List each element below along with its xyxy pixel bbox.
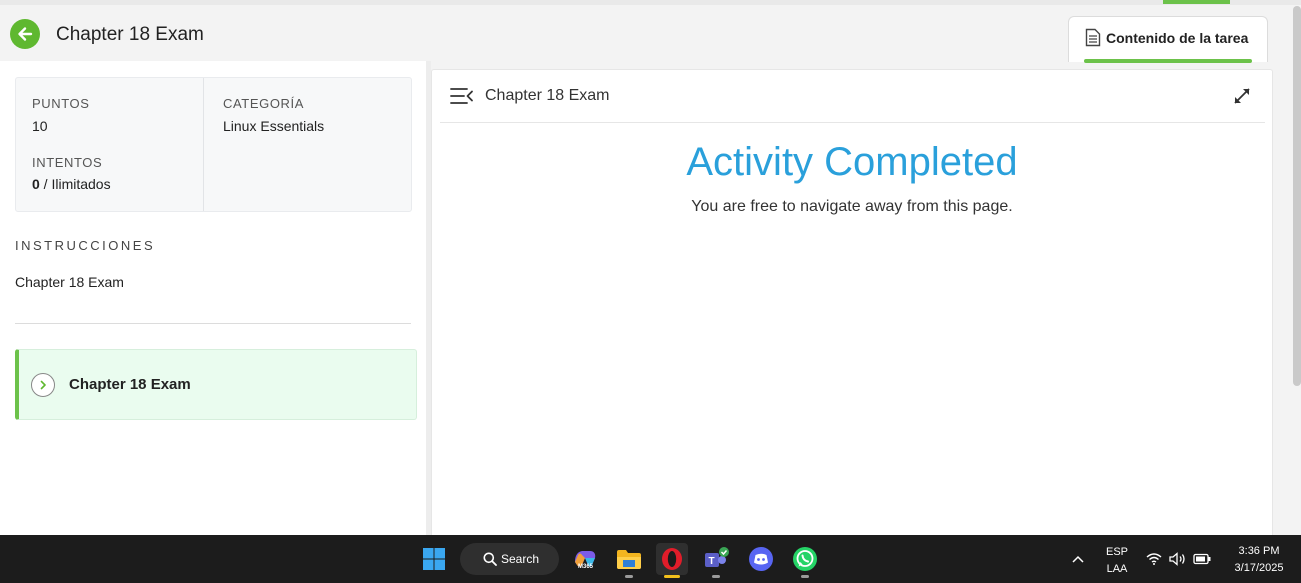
language-indicator-bottom[interactable]: LAA xyxy=(1103,563,1131,575)
completion-message: You are free to navigate away from this … xyxy=(691,198,1013,215)
tab-active-underline xyxy=(1084,59,1252,63)
list-item-label: Chapter 18 Exam xyxy=(69,376,191,393)
chevron-up-icon[interactable] xyxy=(1072,555,1084,563)
clock-date[interactable]: 3/17/2025 xyxy=(1224,562,1294,574)
m365-label: M365 xyxy=(578,564,594,570)
clock-time[interactable]: 3:36 PM xyxy=(1224,545,1294,557)
discord-app[interactable] xyxy=(745,543,777,575)
menu-collapse-icon[interactable] xyxy=(450,87,474,105)
tab-label: Contenido de la tarea xyxy=(1106,30,1249,46)
search-label: Search xyxy=(501,552,540,566)
folder-icon xyxy=(617,550,641,569)
expand-icon[interactable] xyxy=(1232,86,1252,106)
language-indicator-top[interactable]: ESP xyxy=(1103,546,1131,558)
completion-heading: Activity Completed xyxy=(686,140,1018,184)
content-title: Chapter 18 Exam xyxy=(485,87,610,104)
discord-icon xyxy=(749,547,773,571)
search-icon xyxy=(483,552,497,566)
app-running-indicator xyxy=(625,575,633,578)
taskbar: Search M365 T ESP LAA 3:36 PM 3/17/2025 xyxy=(0,535,1301,583)
left-panel: PUNTOS 10 INTENTOS 0 / Ilimitados CATEGO… xyxy=(0,61,426,535)
taskbar-search[interactable]: Search xyxy=(460,543,559,575)
windows-icon xyxy=(423,548,445,570)
page-scrollbar[interactable] xyxy=(1293,6,1301,386)
header: Chapter 18 Exam Contenido de la tarea xyxy=(0,5,1301,63)
arrow-left-icon xyxy=(18,27,33,41)
instructions-heading: INSTRUCCIONES xyxy=(15,238,156,253)
content-divider xyxy=(440,122,1265,123)
page-title: Chapter 18 Exam xyxy=(56,24,204,45)
divider xyxy=(15,323,411,324)
points-value: 10 xyxy=(32,118,48,134)
whatsapp-app[interactable] xyxy=(789,543,821,578)
instructions-text: Chapter 18 Exam xyxy=(15,274,124,290)
info-box: PUNTOS 10 INTENTOS 0 / Ilimitados CATEGO… xyxy=(15,77,412,212)
attempts-label: INTENTOS xyxy=(32,155,103,170)
opera-icon xyxy=(662,548,682,570)
app-running-indicator xyxy=(801,575,809,578)
start-button[interactable] xyxy=(418,543,450,575)
progress-indicator xyxy=(1163,0,1230,4)
teams-app[interactable]: T xyxy=(700,543,732,578)
list-item-exam[interactable]: Chapter 18 Exam xyxy=(15,349,417,420)
volume-icon[interactable] xyxy=(1169,552,1187,566)
back-button[interactable] xyxy=(10,19,40,49)
content-panel: Chapter 18 Exam Activity Completed You a… xyxy=(431,69,1273,535)
category-label: CATEGORÍA xyxy=(223,96,305,111)
app-active-indicator xyxy=(664,575,680,578)
attempts-value: 0 / Ilimitados xyxy=(32,176,111,192)
document-icon xyxy=(1085,28,1101,47)
attempts-rest: / Ilimitados xyxy=(39,176,111,192)
m365-app[interactable]: M365 xyxy=(569,543,601,575)
info-divider xyxy=(203,78,204,211)
tab-task-content[interactable]: Contenido de la tarea xyxy=(1068,16,1268,63)
attempts-used: 0 xyxy=(32,176,40,192)
points-label: PUNTOS xyxy=(32,96,90,111)
svg-text:T: T xyxy=(709,556,715,567)
whatsapp-icon xyxy=(793,547,817,571)
opera-app[interactable] xyxy=(656,543,688,578)
chevron-right-icon xyxy=(31,373,55,397)
category-value: Linux Essentials xyxy=(223,118,325,134)
battery-icon[interactable] xyxy=(1193,553,1212,565)
file-explorer-app[interactable] xyxy=(613,543,645,578)
teams-icon: T xyxy=(705,547,729,567)
wifi-icon[interactable] xyxy=(1146,552,1162,565)
app-running-indicator xyxy=(712,575,720,578)
